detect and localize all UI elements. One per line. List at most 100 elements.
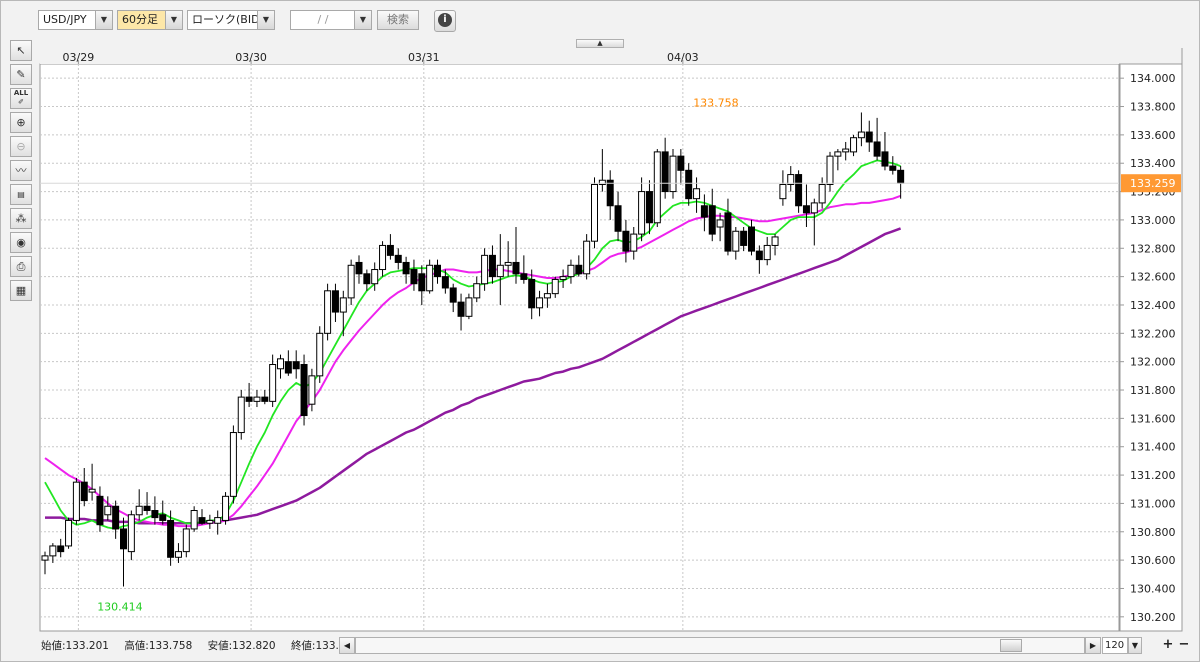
candle — [669, 149, 677, 199]
y-tick-label: 132.400 — [1130, 299, 1176, 312]
candle-body — [72, 481, 80, 521]
y-tick-label: 130.200 — [1130, 611, 1176, 624]
candle-body — [645, 191, 653, 224]
candle-body — [198, 517, 206, 524]
price-chart[interactable]: 03/29 03/30 03/31 04/03 134.000 133.800 133.6… — [0, 0, 1200, 662]
scrollbar-thumb[interactable] — [1000, 639, 1022, 652]
candle-body — [661, 151, 669, 193]
y-tick-label: 134.000 — [1130, 72, 1176, 85]
y-tick-label: 133.600 — [1130, 129, 1176, 142]
y-tick-label: 131.200 — [1130, 469, 1176, 482]
plot-area — [39, 63, 1120, 632]
candle-body — [520, 273, 528, 280]
candle-body — [277, 358, 284, 370]
candle-body — [693, 188, 701, 200]
candle-body — [881, 151, 889, 167]
candle-body — [167, 519, 175, 558]
candle-body — [371, 269, 379, 285]
candle-body — [324, 290, 332, 334]
candle-body — [889, 165, 897, 171]
scroll-right-button[interactable]: ▶ — [1085, 637, 1101, 654]
current-price-label: 133.259 — [1130, 177, 1176, 190]
zoom-minus-button[interactable]: − — [1177, 637, 1191, 654]
candle-body — [88, 488, 96, 493]
candle-body — [614, 205, 622, 232]
chevron-right-icon: ▶ — [1089, 641, 1097, 650]
candle-body — [292, 361, 300, 370]
candle — [237, 390, 245, 440]
candle-body — [41, 555, 49, 561]
candle-body — [536, 297, 544, 309]
candle-body — [434, 264, 441, 278]
candle-body — [873, 141, 881, 157]
y-tick-label: 130.600 — [1130, 554, 1176, 567]
minus-icon: − — [1178, 637, 1190, 652]
candle-body — [355, 261, 363, 275]
candle-body — [308, 375, 316, 405]
candle-body — [488, 254, 496, 278]
candle-body — [826, 155, 834, 185]
zoom-plus-button[interactable]: + — [1161, 637, 1175, 654]
candle-body — [630, 233, 638, 252]
high-value: 高値:133.758 — [124, 640, 193, 652]
candle — [316, 326, 324, 383]
candle-body — [135, 505, 143, 516]
candle-body — [653, 151, 661, 224]
candle-body — [159, 514, 167, 521]
candle-body — [80, 481, 88, 502]
candle-body — [716, 219, 724, 228]
scroll-left-button[interactable]: ◀ — [339, 637, 355, 654]
candle-body — [402, 261, 410, 275]
candle-body — [732, 230, 740, 252]
candle-body — [49, 545, 57, 557]
chevron-down-icon: ▼ — [1131, 641, 1139, 650]
candle-body — [708, 205, 716, 235]
y-tick-label: 132.000 — [1130, 356, 1176, 369]
candle-body — [65, 519, 73, 547]
ohlc-status: 始値:133.201 高値:133.758 安値:132.820 終値:133.… — [41, 637, 371, 655]
candle-body — [810, 202, 818, 214]
candle-body — [394, 254, 402, 263]
candle-body — [410, 269, 418, 285]
horizontal-scrollbar[interactable] — [355, 637, 1085, 654]
candle-body — [685, 169, 693, 200]
candle-body — [182, 528, 190, 553]
candle-body — [190, 510, 198, 530]
candle-body — [818, 183, 826, 204]
bars-count-field[interactable]: 120 — [1102, 637, 1128, 654]
candle-body — [834, 151, 842, 157]
y-tick-label: 133.400 — [1130, 157, 1176, 170]
candle-body — [598, 179, 606, 185]
x-tick-label: 04/03 — [667, 51, 699, 64]
candle-body — [316, 332, 324, 377]
candle-body — [112, 505, 120, 530]
bars-count-dropdown[interactable]: ▼ — [1128, 637, 1142, 654]
candle-body — [559, 276, 567, 280]
high-annotation: 133.758 — [693, 96, 739, 109]
y-tick-label: 131.800 — [1130, 384, 1176, 397]
candle-body — [174, 551, 182, 558]
candle-body — [269, 364, 277, 402]
open-value: 始値:133.201 — [41, 640, 109, 652]
candle-body — [551, 278, 559, 295]
candle-body — [245, 396, 253, 402]
y-tick-label: 131.000 — [1130, 497, 1176, 510]
candle-body — [284, 361, 292, 374]
candle — [465, 293, 473, 320]
candle-body — [669, 155, 677, 193]
y-tick-label: 132.200 — [1130, 327, 1176, 340]
candle-body — [465, 297, 473, 317]
candle-body — [850, 137, 858, 153]
candle-body — [755, 250, 763, 261]
candle-body — [575, 264, 583, 275]
candle-body — [127, 514, 135, 553]
candle-body — [143, 505, 151, 512]
candle — [591, 177, 598, 249]
x-axis-strip — [40, 48, 1119, 64]
candle-body — [802, 205, 810, 214]
candle-body — [897, 169, 905, 184]
candle-body — [253, 396, 261, 402]
candle-body — [57, 545, 65, 553]
candle-body — [504, 261, 512, 266]
low-value: 安値:132.820 — [207, 640, 276, 652]
